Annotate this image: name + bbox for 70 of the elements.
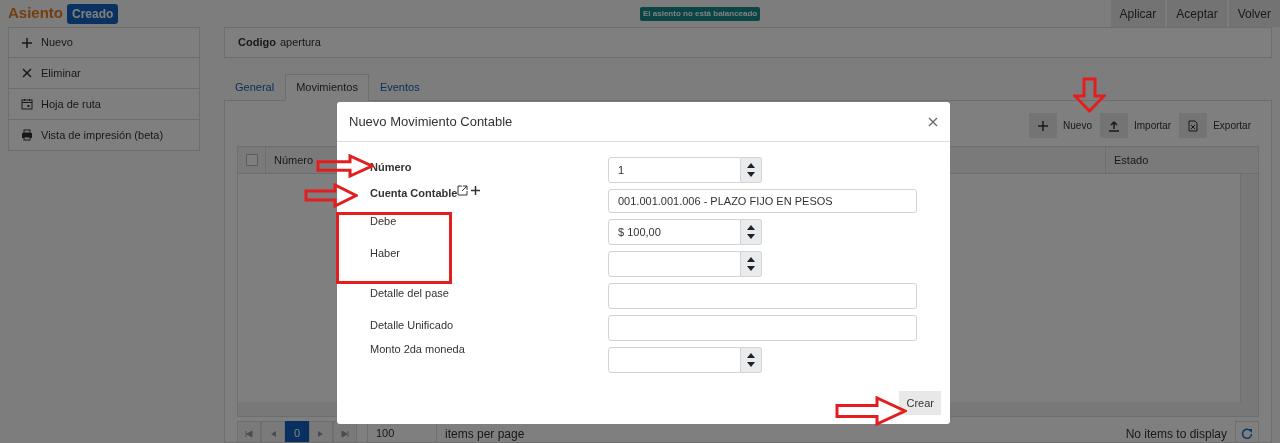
field-label: Número — [370, 160, 412, 175]
tab[interactable]: Movimientos — [285, 74, 369, 101]
modal-title: Nuevo Movimiento Contable — [349, 112, 513, 131]
pager-status: No items to display — [1125, 425, 1227, 442]
toolbar-button[interactable] — [1099, 113, 1128, 138]
page-title: Asiento — [8, 3, 63, 24]
spinner-arrows-icon — [747, 163, 755, 177]
tab[interactable]: General — [224, 74, 286, 101]
refresh-button[interactable] — [1235, 421, 1259, 442]
toolbar-label: Nuevo — [1063, 119, 1092, 133]
column-header: Estado — [1105, 147, 1255, 173]
close-button[interactable] — [928, 116, 938, 127]
plus-icon — [470, 185, 482, 196]
sidebar-item[interactable]: Hoja de ruta — [8, 89, 200, 120]
spin-button[interactable] — [741, 157, 762, 183]
pager-arrow-icon — [245, 429, 253, 438]
status-badge: Creado — [67, 3, 119, 24]
create-button[interactable]: Crear — [899, 391, 941, 415]
page-button[interactable]: 0 — [285, 421, 309, 442]
header-button[interactable]: Aceptar — [1167, 0, 1227, 27]
printer-icon — [21, 129, 33, 141]
header-button[interactable]: Volver — [1228, 0, 1280, 27]
spreadsheet-file-icon — [1187, 119, 1200, 132]
refresh-icon — [1241, 427, 1253, 440]
field-label: Detalle Unificado — [370, 318, 454, 333]
pager-arrow-icon — [269, 429, 277, 438]
number-field[interactable]: $ 100,00 — [608, 219, 741, 245]
sidebar-item[interactable]: Eliminar — [8, 58, 200, 89]
upload-icon — [1107, 119, 1120, 132]
field-label: Detalle del pase — [370, 286, 449, 301]
toolbar-button[interactable] — [1179, 113, 1208, 138]
spin-button[interactable] — [741, 251, 762, 277]
spin-button[interactable] — [741, 219, 762, 245]
annotation-arrow — [1073, 77, 1106, 113]
number-field[interactable]: 1 — [608, 157, 741, 183]
pager-arrow-icon — [317, 429, 325, 438]
toolbar-label: Exportar — [1213, 119, 1251, 133]
field-label: Codigo — [238, 35, 276, 51]
field-label: Monto 2da moneda — [370, 342, 465, 357]
number-field[interactable] — [608, 251, 741, 277]
spin-button[interactable] — [741, 347, 762, 373]
field-label: Haber — [370, 246, 400, 261]
warning-badge: El asiento no está balanceado — [640, 6, 761, 21]
annotation-arrow — [304, 183, 358, 208]
toolbar-button[interactable] — [1029, 113, 1058, 138]
field-label: Cuenta Contable — [370, 186, 458, 201]
close-icon — [928, 116, 938, 127]
account-field[interactable]: 001.001.001.006 - PLAZO FIJO EN PESOS — [608, 189, 917, 213]
select-all-checkbox[interactable] — [245, 154, 258, 166]
plus-icon — [21, 36, 33, 49]
field-value: apertura — [279, 35, 321, 51]
close-icon — [21, 67, 33, 79]
toolbar-label: Importar — [1133, 119, 1172, 133]
input-field[interactable] — [608, 315, 917, 341]
external-link-icon — [457, 185, 469, 196]
sidebar-item[interactable]: Nuevo — [8, 27, 200, 58]
input-field[interactable] — [608, 283, 917, 309]
tab[interactable]: Eventos — [368, 74, 431, 101]
spinner-arrows-icon — [747, 353, 755, 367]
pager-arrow-icon — [341, 429, 349, 438]
plus-icon — [1037, 119, 1050, 132]
page-size-label: items per page — [445, 425, 525, 442]
sidebar-item[interactable]: Vista de impresión (beta) — [8, 120, 200, 151]
field-label: Debe — [370, 214, 397, 229]
spinner-arrows-icon — [747, 225, 755, 239]
header-button[interactable]: Aplicar — [1110, 0, 1166, 27]
number-field[interactable] — [608, 347, 741, 373]
annotation-arrow — [835, 396, 907, 426]
spinner-arrows-icon — [747, 257, 755, 271]
calendar-icon — [21, 98, 33, 110]
